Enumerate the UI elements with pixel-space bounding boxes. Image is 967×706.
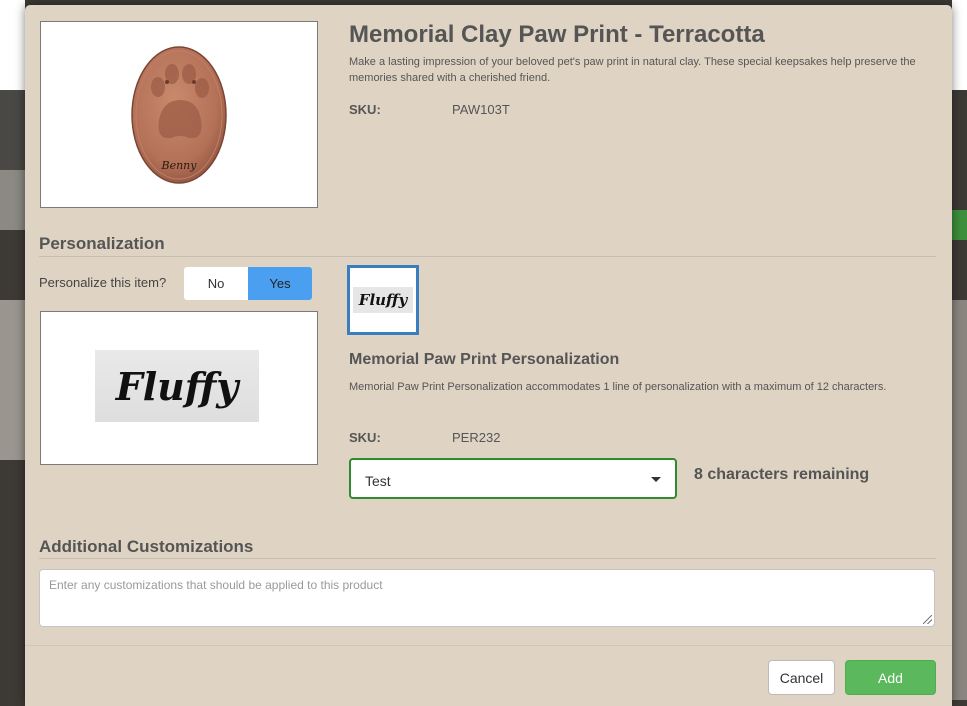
product-description: Make a lasting impression of your belove… (349, 56, 916, 84)
caret-down-icon (651, 477, 661, 482)
product-image: Benny (40, 21, 318, 208)
preview-paper: Fluffy (95, 350, 259, 422)
clay-paw-print-image: Benny (131, 46, 227, 184)
background-panel (0, 90, 25, 170)
additional-customizations-heading: Additional Customizations (39, 537, 254, 556)
personalize-yes-button[interactable]: Yes (248, 267, 312, 300)
product-title: Memorial Clay Paw Print - Terracotta (349, 21, 765, 48)
personalization-divider (39, 256, 936, 257)
personalization-text-select[interactable]: Test (349, 458, 677, 499)
personalization-sku-label: SKU: (349, 430, 381, 445)
background-panel (0, 300, 25, 460)
personalization-option-title: Memorial Paw Print Personalization (349, 351, 620, 368)
personalization-option-thumbnail[interactable]: Fluffy (347, 265, 419, 335)
cancel-button[interactable]: Cancel (768, 660, 835, 695)
personalize-no-button[interactable]: No (184, 267, 248, 300)
product-modal: Benny Memorial Clay Paw Print - Terracot… (25, 5, 952, 706)
personalization-heading: Personalization (39, 234, 165, 253)
thumbnail-paper: Fluffy (353, 287, 413, 313)
background-panel (0, 0, 25, 90)
thumbnail-text: Fluffy (358, 291, 408, 309)
personalization-text-value: Test (365, 473, 391, 489)
add-button[interactable]: Add (845, 660, 936, 695)
preview-text: Fluffy (115, 363, 239, 409)
background-panel (952, 210, 967, 240)
product-sku-value: PAW103T (452, 102, 510, 117)
personalization-option-description: Memorial Paw Print Personalization accom… (349, 381, 887, 393)
footer-divider (25, 645, 952, 646)
background-panel (952, 0, 967, 90)
personalize-prompt: Personalize this item? (39, 275, 167, 290)
additional-customizations-input[interactable] (39, 569, 935, 627)
background-panel (0, 170, 25, 230)
additional-divider (39, 558, 936, 559)
resize-grip-icon[interactable] (923, 615, 932, 624)
personalization-sku-value: PER232 (452, 430, 501, 445)
characters-remaining: 8 characters remaining (694, 466, 870, 483)
background-panel (952, 300, 967, 700)
product-sku-label: SKU: (349, 102, 381, 117)
personalization-preview: Fluffy (40, 311, 318, 465)
clay-name-text: Benny (161, 159, 198, 172)
personalize-toggle: No Yes (184, 267, 312, 300)
